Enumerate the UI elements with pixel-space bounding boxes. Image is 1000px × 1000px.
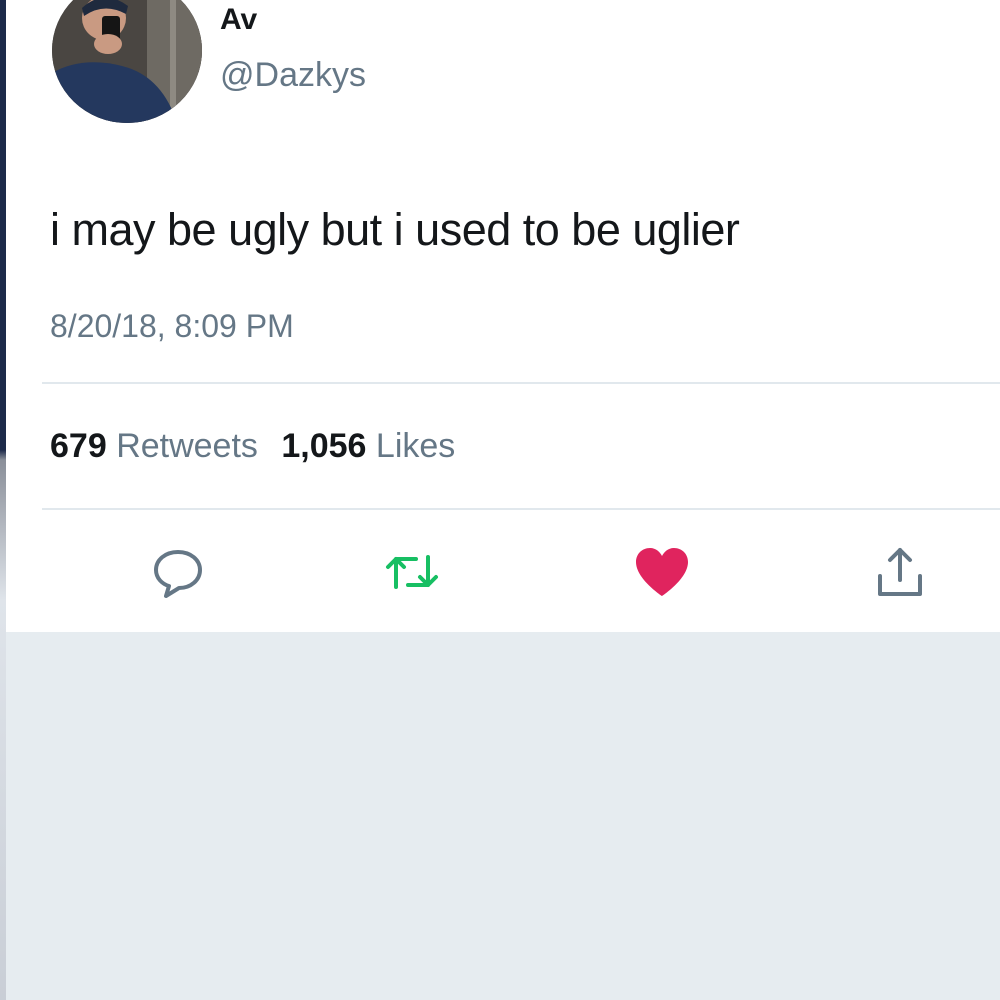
tweet-card: Av @Dazkys i may be ugly but i used to b… bbox=[6, 0, 1000, 632]
share-button[interactable] bbox=[868, 540, 932, 604]
reply-button[interactable] bbox=[146, 540, 210, 604]
tweet-timestamp: 8/20/18, 8:09 PM bbox=[50, 308, 294, 344]
tweet-stats: 679 Retweets 1,056 Likes bbox=[50, 424, 469, 468]
share-upload-icon bbox=[878, 548, 922, 596]
avatar-photo bbox=[52, 0, 202, 123]
avatar[interactable] bbox=[52, 0, 202, 123]
retweet-label[interactable]: Retweets bbox=[116, 427, 258, 465]
user-handle[interactable]: @Dazkys bbox=[220, 55, 366, 95]
like-button[interactable] bbox=[630, 540, 694, 604]
like-label[interactable]: Likes bbox=[376, 427, 455, 465]
retweet-count[interactable]: 679 bbox=[50, 427, 107, 465]
tweet-text: i may be ugly but i used to be uglier bbox=[50, 204, 740, 255]
heart-icon bbox=[636, 548, 688, 596]
like-count[interactable]: 1,056 bbox=[281, 427, 366, 465]
retweet-arrows-icon bbox=[386, 555, 438, 589]
divider bbox=[42, 508, 1000, 510]
display-name[interactable]: Av bbox=[220, 2, 257, 38]
speech-bubble-icon bbox=[154, 550, 202, 598]
retweet-button[interactable] bbox=[380, 540, 444, 604]
divider bbox=[42, 382, 1000, 384]
